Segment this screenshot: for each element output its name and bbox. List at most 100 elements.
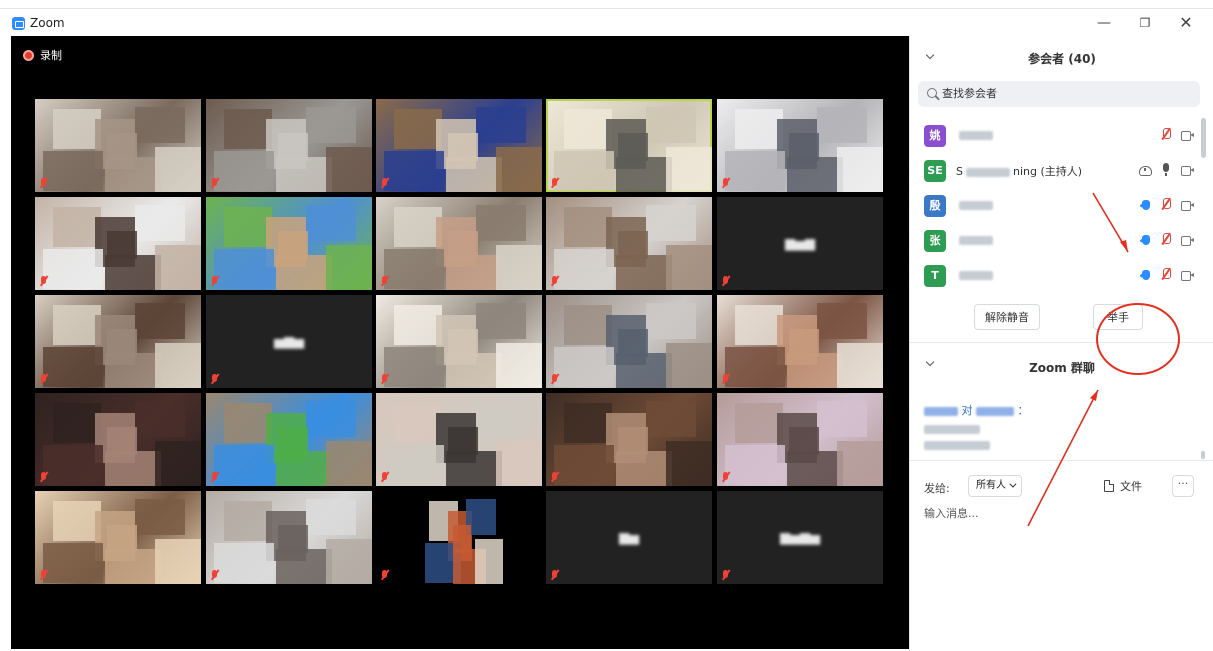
- participant-status-icons: [1140, 268, 1194, 281]
- chat-title: Zoom 群聊: [1029, 361, 1095, 375]
- mic-muted-icon: [721, 276, 730, 287]
- video-tile[interactable]: [546, 295, 712, 388]
- mic-muted-icon: [39, 178, 48, 189]
- participant-name: [956, 233, 996, 246]
- participant-list-scrollbar[interactable]: [1201, 118, 1206, 158]
- video-tile[interactable]: [376, 295, 542, 388]
- mic-muted-icon: [721, 570, 730, 581]
- close-button[interactable]: ✕: [1175, 13, 1197, 33]
- search-input[interactable]: [942, 87, 1182, 100]
- video-pixel-block: [837, 343, 883, 388]
- video-pixel-block: [476, 107, 526, 143]
- video-pixel-block: [394, 109, 442, 149]
- camera-icon[interactable]: [1181, 200, 1194, 211]
- video-pixel-block: [725, 347, 785, 387]
- video-tile[interactable]: [717, 99, 883, 192]
- mic-muted-icon: [721, 472, 730, 483]
- video-pixel-block: [787, 451, 843, 486]
- more-options-button[interactable]: ···: [1172, 475, 1194, 497]
- mic-muted-icon[interactable]: [1160, 233, 1172, 246]
- participant-row[interactable]: 张: [910, 223, 1200, 257]
- video-pixel-block: [496, 147, 542, 192]
- video-tile[interactable]: [206, 491, 372, 584]
- raise-hand-button[interactable]: 举手: [1093, 304, 1143, 330]
- video-pixel-block: [53, 109, 101, 149]
- raised-hand-icon[interactable]: [1140, 268, 1151, 281]
- video-pixel-block: [616, 255, 672, 290]
- video-pixel-block: [564, 403, 612, 443]
- chat-header: Zoom 群聊: [910, 342, 1213, 388]
- video-tile[interactable]: [35, 295, 201, 388]
- video-pixel-block: [394, 305, 442, 345]
- video-tile[interactable]: [376, 197, 542, 290]
- video-pixel-block: [214, 445, 274, 485]
- video-pixel-block: [789, 133, 819, 161]
- maximize-button[interactable]: ❐: [1134, 13, 1156, 33]
- video-tile[interactable]: [35, 491, 201, 584]
- video-pixel-block: [476, 303, 526, 339]
- video-tile[interactable]: [206, 99, 372, 192]
- participant-row[interactable]: SE Sning (主持人): [910, 153, 1200, 187]
- participant-search[interactable]: [918, 81, 1200, 107]
- camera-icon[interactable]: [1181, 130, 1194, 141]
- video-tile[interactable]: [546, 99, 712, 192]
- mic-muted-icon[interactable]: [1160, 198, 1172, 211]
- video-pixel-block: [278, 133, 308, 161]
- video-pixel-block: [224, 403, 272, 443]
- raised-hand-icon[interactable]: [1140, 198, 1151, 211]
- participant-row[interactable]: 姚: [910, 118, 1200, 152]
- video-tile[interactable]: [35, 99, 201, 192]
- chat-scrollbar[interactable]: [1201, 451, 1205, 459]
- unmute-button[interactable]: 解除静音: [974, 304, 1040, 330]
- send-to-label: 发给:: [924, 482, 950, 495]
- message-input[interactable]: [924, 507, 1194, 520]
- video-pixel-block: [135, 401, 185, 437]
- video-tile[interactable]: [376, 491, 542, 584]
- camera-icon[interactable]: [1181, 270, 1194, 281]
- mic-muted-icon[interactable]: [1160, 128, 1172, 141]
- mic-icon[interactable]: [1160, 163, 1172, 176]
- video-pixel-block: [554, 249, 614, 289]
- video-tile[interactable]: [376, 99, 542, 192]
- video-tile[interactable]: [546, 393, 712, 486]
- participant-status-icons: [1160, 128, 1194, 141]
- video-pixel-block: [735, 305, 783, 345]
- video-tile[interactable]: [35, 393, 201, 486]
- video-pixel-block: [155, 539, 201, 584]
- mic-muted-icon[interactable]: [1160, 268, 1172, 281]
- video-pixel-block: [496, 343, 542, 388]
- mic-muted-icon: [210, 472, 219, 483]
- video-tile[interactable]: ▆▅▆▅: [717, 491, 883, 584]
- cloud-record-icon[interactable]: [1138, 165, 1152, 176]
- video-tile[interactable]: [546, 197, 712, 290]
- camera-icon[interactable]: [1181, 235, 1194, 246]
- video-tile[interactable]: [717, 295, 883, 388]
- video-tile[interactable]: ▆▅: [546, 491, 712, 584]
- video-tile[interactable]: [206, 197, 372, 290]
- video-gallery: 录制 ▆▅▆ ▅▆▅ ▆▅ ▆▅▆▅: [11, 36, 909, 649]
- video-tile[interactable]: [35, 197, 201, 290]
- video-pixel-block: [107, 329, 137, 357]
- video-pixel-block: [646, 303, 696, 339]
- video-pixel-block: [618, 427, 648, 455]
- participant-row[interactable]: T: [910, 258, 1200, 288]
- video-tile[interactable]: ▆▅▆: [717, 197, 883, 290]
- video-tile[interactable]: [376, 393, 542, 486]
- file-label: 文件: [1120, 480, 1142, 493]
- participant-row[interactable]: 殷: [910, 188, 1200, 222]
- file-button[interactable]: 文件: [1104, 475, 1142, 497]
- tile-name-bar: [550, 276, 563, 287]
- video-pixel-block: [735, 403, 783, 443]
- video-pixel-block: [646, 107, 696, 143]
- video-tile[interactable]: ▅▆▅: [206, 295, 372, 388]
- camera-icon[interactable]: [1181, 165, 1194, 176]
- raised-hand-icon[interactable]: [1140, 233, 1151, 246]
- video-pixel-block: [155, 245, 201, 290]
- send-to-dropdown[interactable]: 所有人: [968, 475, 1022, 497]
- video-tile[interactable]: [206, 393, 372, 486]
- recording-indicator[interactable]: 录制: [23, 47, 62, 63]
- redacted-text: [965, 167, 1010, 177]
- minimize-button[interactable]: —: [1093, 13, 1115, 33]
- video-pixel-block: [735, 109, 783, 149]
- video-tile[interactable]: [717, 393, 883, 486]
